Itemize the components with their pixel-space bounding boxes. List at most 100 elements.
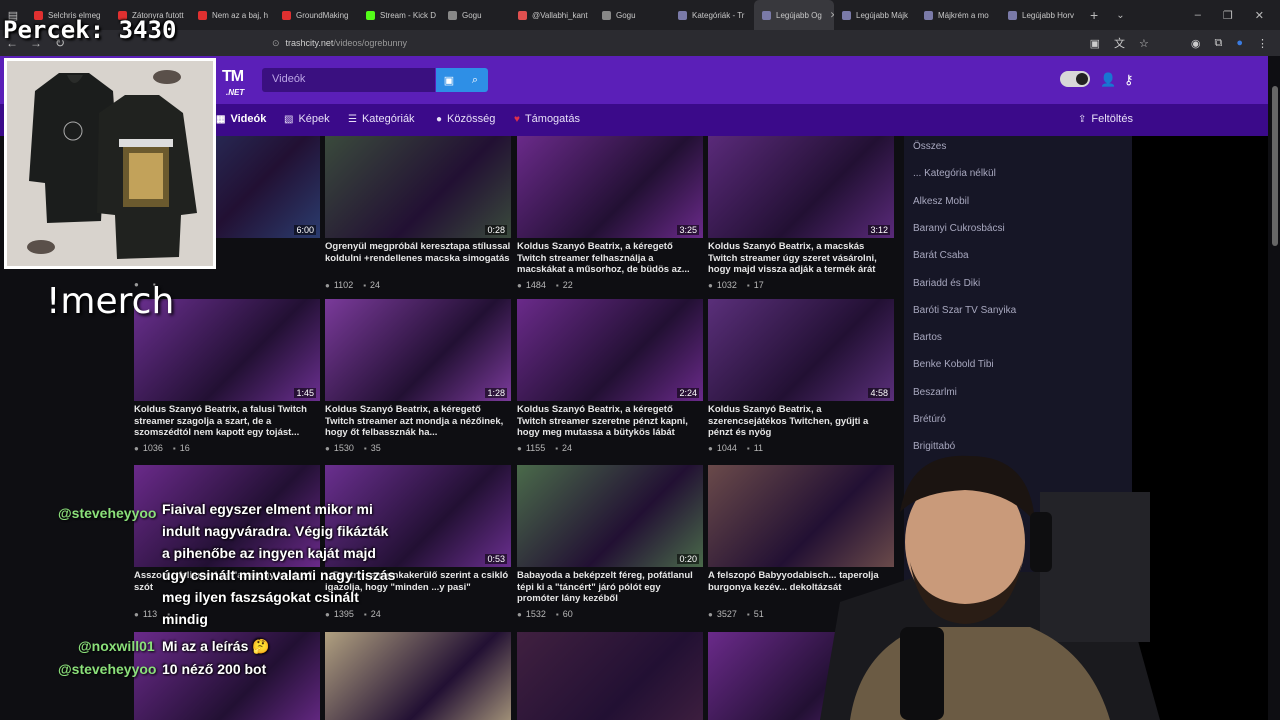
video-thumbnail[interactable]: 0:20 xyxy=(517,465,703,567)
browser-menu-icon[interactable]: ⋮ xyxy=(1257,37,1268,50)
video-card[interactable] xyxy=(325,632,511,720)
browser-tab[interactable]: GroundMaking xyxy=(274,0,358,30)
nav-support[interactable]: ♥ Támogatás xyxy=(514,113,580,125)
nav-categories[interactable]: ☰ Kategóriák xyxy=(348,113,415,125)
browser-tab[interactable]: Gogu xyxy=(594,0,670,30)
video-filter-button[interactable]: ▣ xyxy=(436,68,462,92)
chat-message-line: a pihenőbe az ingyen kaját majd xyxy=(162,545,376,561)
tab-label: Stream - Kick D xyxy=(380,10,437,20)
browser-tab[interactable]: Májkrém a mo xyxy=(916,0,1000,30)
video-thumbnail[interactable] xyxy=(325,632,511,720)
tab-favicon-icon xyxy=(366,10,375,20)
site-logo[interactable]: TM .NET xyxy=(218,66,256,97)
category-link[interactable]: Alkesz Mobil xyxy=(913,196,969,207)
nav-videos[interactable]: ▦ Videók xyxy=(216,113,266,125)
category-link[interactable]: Baranyi Cukrosbácsi xyxy=(913,223,1005,234)
video-title[interactable]: Koldus Szanyó Beatrix, a kéregető Twitch… xyxy=(517,241,703,276)
comment-icon: ▪ xyxy=(746,609,750,619)
tab-favicon-icon xyxy=(924,10,933,20)
profile-icon[interactable]: ● xyxy=(1236,37,1243,49)
video-title[interactable]: Koldus Szanyó Beatrix, a kéregető Twitch… xyxy=(325,404,511,439)
minimize-icon[interactable]: – xyxy=(1195,9,1201,21)
category-link[interactable]: ... Kategória nélkül xyxy=(913,168,996,179)
video-title[interactable]: Koldus Szanyó Beatrix, a falusi Twitch s… xyxy=(134,404,320,439)
register-user-icon[interactable]: 👤 xyxy=(1100,72,1116,88)
video-card[interactable]: 0:20 Babayoda a beképzelt féreg, pofátlan… xyxy=(517,465,703,619)
video-title[interactable]: Babayoda a beképzelt féreg, pofátlanul t… xyxy=(517,570,703,605)
video-thumbnail[interactable]: 0:28 xyxy=(325,136,511,238)
chat-username: @steveheyyoo xyxy=(58,505,157,521)
category-link[interactable]: Baróti Szar TV Sanyika xyxy=(913,305,1016,316)
logo-subtext: .NET xyxy=(226,88,245,97)
browser-tab[interactable]: Stream - Kick D xyxy=(358,0,440,30)
browser-tab[interactable]: Legújabb Horv xyxy=(1000,0,1084,30)
video-duration: 0:28 xyxy=(485,225,507,235)
view-count: 1532 xyxy=(525,609,546,619)
new-tab-icon[interactable]: + xyxy=(1090,7,1098,23)
video-duration: 2:24 xyxy=(677,388,699,398)
url-field[interactable]: ⊙ trashcity.net/videos/ogrebunny xyxy=(272,38,407,49)
nav-images[interactable]: ▧ Képek xyxy=(284,113,330,125)
comment-icon: ▪ xyxy=(555,443,559,453)
browser-tab[interactable]: Gogu xyxy=(440,0,510,30)
hoodie-illustration xyxy=(7,61,213,266)
video-thumbnail[interactable] xyxy=(517,632,703,720)
browser-tab[interactable]: @Vallabhi_kant xyxy=(510,0,594,30)
category-link[interactable]: Brétúró xyxy=(913,414,946,425)
category-link[interactable]: Barát Csaba xyxy=(913,250,969,261)
view-count: 1530 xyxy=(333,443,354,453)
video-card[interactable]: 4:58 Koldus Szanyó Beatrix, a szerencsejá… xyxy=(708,299,894,453)
video-card[interactable]: 1:28 Koldus Szanyó Beatrix, a kéregető Tw… xyxy=(325,299,511,453)
video-stats: ● 1032 ▪ 17 xyxy=(708,280,894,290)
video-thumbnail[interactable]: 2:24 xyxy=(517,299,703,401)
category-link[interactable]: Bariadd és Diki xyxy=(913,278,980,289)
video-thumbnail[interactable]: 3:25 xyxy=(517,136,703,238)
nav-community[interactable]: ● Közösség xyxy=(436,113,495,125)
video-card[interactable]: 0:28 Ogrenyül megpróbál keresztapa stílus… xyxy=(325,136,511,290)
search-input[interactable]: Videók xyxy=(262,68,435,92)
video-thumbnail[interactable]: 1:28 xyxy=(325,299,511,401)
video-title[interactable]: Koldus Szanyó Beatrix, a macskás Twitch … xyxy=(708,241,894,276)
video-duration: 0:53 xyxy=(485,554,507,564)
scrollbar[interactable] xyxy=(1272,86,1278,246)
category-link[interactable]: Összes xyxy=(913,141,946,152)
url-host: trashcity.net xyxy=(285,37,334,48)
extensions-icon[interactable]: ⧉ xyxy=(1214,37,1222,50)
reader-icon[interactable]: ▣ xyxy=(1090,37,1100,50)
close-window-icon[interactable]: ✕ xyxy=(1255,9,1264,22)
video-stats: ● 1484 ▪ 22 xyxy=(517,280,703,290)
video-card[interactable]: 3:12 Koldus Szanyó Beatrix, a macskás Twi… xyxy=(708,136,894,290)
category-link[interactable]: Bartos xyxy=(913,332,942,343)
tab-list-chevron-icon[interactable]: ⌄ xyxy=(1116,10,1124,21)
restore-icon[interactable]: ❐ xyxy=(1223,9,1233,22)
tab-favicon-icon xyxy=(842,10,851,20)
film-icon: ▦ xyxy=(216,113,226,125)
category-link[interactable]: Benke Kobold Tibi xyxy=(913,359,994,370)
theme-toggle[interactable] xyxy=(1060,71,1090,87)
site-info-icon[interactable]: ⊙ xyxy=(272,38,280,48)
video-card[interactable] xyxy=(517,632,703,720)
browser-tab[interactable]: Nem az a baj, h xyxy=(190,0,274,30)
browser-tab[interactable]: Kategóriák - Tr xyxy=(670,0,754,30)
bookmark-star-icon[interactable]: ☆ xyxy=(1139,37,1149,50)
comment-count: 24 xyxy=(562,443,573,453)
video-card[interactable]: 3:25 Koldus Szanyó Beatrix, a kéregető Tw… xyxy=(517,136,703,290)
translate-icon[interactable]: 文 xyxy=(1114,35,1125,51)
video-title[interactable]: Koldus Szanyó Beatrix, a szerencsejátéko… xyxy=(708,404,894,439)
video-title[interactable]: Ogrenyül megpróbál keresztapa stílussal … xyxy=(325,241,511,276)
category-link[interactable]: Beszarlmi xyxy=(913,387,957,398)
address-bar: ← → ↻ ⊙ trashcity.net/videos/ogrebunny ▣ … xyxy=(0,30,1280,56)
video-card[interactable]: 1:45 Koldus Szanyó Beatrix, a falusi Twit… xyxy=(134,299,320,453)
video-thumbnail[interactable]: 4:58 xyxy=(708,299,894,401)
category-link[interactable]: Brigittabó xyxy=(913,441,955,452)
account-icon[interactable]: ◉ xyxy=(1191,37,1201,50)
upload-button[interactable]: ⇪ Feltöltés xyxy=(1078,113,1133,125)
browser-tab[interactable]: Legújabb Og ✕ xyxy=(754,0,834,30)
browser-tab[interactable]: Legújabb Májk xyxy=(834,0,916,30)
video-title[interactable]: Koldus Szanyó Beatrix, a kéregető Twitch… xyxy=(517,404,703,439)
search-button[interactable]: ⌕ xyxy=(462,68,488,92)
login-key-icon[interactable]: ⚷ xyxy=(1124,72,1134,88)
video-card[interactable]: 2:24 Koldus Szanyó Beatrix, a kéregető Tw… xyxy=(517,299,703,453)
url-path: /videos/ogrebunny xyxy=(333,37,407,48)
video-thumbnail[interactable]: 3:12 xyxy=(708,136,894,238)
